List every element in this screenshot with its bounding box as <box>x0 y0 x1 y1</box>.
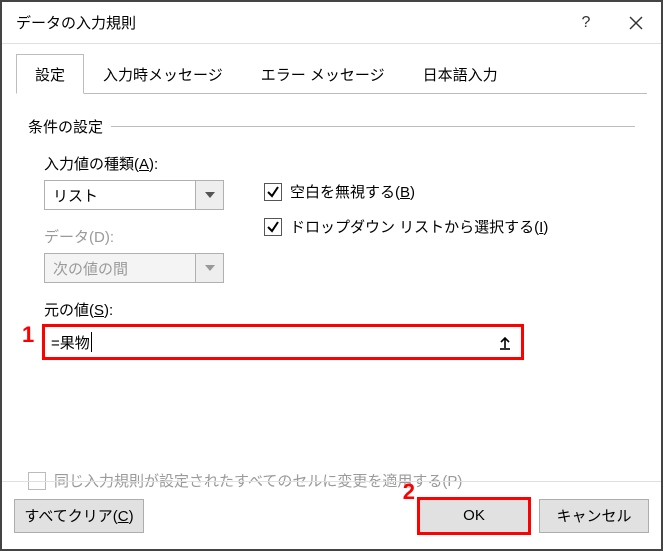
range-picker-icon <box>498 336 512 350</box>
source-label: 元の値(S): <box>44 299 635 320</box>
group-label: 条件の設定 <box>28 116 635 137</box>
cancel-button[interactable]: キャンセル <box>539 499 649 533</box>
chevron-down-icon <box>205 265 215 271</box>
tab-input-message[interactable]: 入力時メッセージ <box>84 54 242 94</box>
tab-panel-settings: 条件の設定 入力値の種類(A): リスト データ(D): 次の値の間 <box>16 94 647 358</box>
ignore-blank-check[interactable]: 空白を無視する(B) <box>264 181 548 202</box>
data-label: データ(D): <box>44 226 238 247</box>
tab-ime-label: 日本語入力 <box>423 64 498 85</box>
in-cell-dropdown-check[interactable]: ドロップダウン リストから選択する(I) <box>264 216 548 237</box>
text-caret <box>91 332 92 352</box>
help-button[interactable]: ? <box>561 2 611 44</box>
close-button[interactable] <box>611 2 661 44</box>
annotation-2: 2 <box>403 479 415 505</box>
tab-strip: 設定 入力時メッセージ エラー メッセージ 日本語入力 <box>16 54 647 94</box>
tab-settings-label: 設定 <box>35 64 65 85</box>
data-select-button <box>195 254 223 282</box>
chevron-down-icon <box>205 192 215 198</box>
clear-all-button[interactable]: すべてクリア(C) <box>14 499 144 533</box>
check-icon <box>266 185 280 199</box>
range-picker-button[interactable] <box>494 332 516 354</box>
tab-settings[interactable]: 設定 <box>16 54 84 94</box>
allow-label: 入力値の種類(A): <box>44 153 238 174</box>
ignore-blank-checkbox[interactable] <box>264 183 282 201</box>
allow-select-value: リスト <box>45 185 195 206</box>
annotation-1: 1 <box>22 322 34 348</box>
tab-error-message-label: エラー メッセージ <box>261 64 385 85</box>
tab-error-message[interactable]: エラー メッセージ <box>242 54 404 94</box>
group-label-text: 条件の設定 <box>28 116 103 137</box>
tab-input-message-label: 入力時メッセージ <box>103 64 223 85</box>
source-row: 1 =果物 <box>44 326 635 358</box>
titlebar: データの入力規則 ? <box>2 2 661 44</box>
left-column: 入力値の種類(A): リスト データ(D): 次の値の間 <box>28 137 238 283</box>
content-area: 設定 入力時メッセージ エラー メッセージ 日本語入力 条件の設定 入力値の種類… <box>2 44 661 358</box>
ignore-blank-label: 空白を無視する(B) <box>290 181 415 202</box>
window-title: データの入力規則 <box>2 12 561 33</box>
settings-row: 入力値の種類(A): リスト データ(D): 次の値の間 <box>28 137 635 283</box>
tab-ime[interactable]: 日本語入力 <box>404 54 517 94</box>
allow-select-button[interactable] <box>195 181 223 209</box>
check-icon <box>266 220 280 234</box>
right-column: 空白を無視する(B) ドロップダウン リストから選択する(I) <box>238 137 548 283</box>
in-cell-dropdown-label: ドロップダウン リストから選択する(I) <box>290 216 548 237</box>
data-select: 次の値の間 <box>44 253 224 283</box>
dialog-window: データの入力規則 ? 設定 入力時メッセージ エラー メッセージ 日本語入力 条… <box>0 0 663 551</box>
in-cell-dropdown-checkbox[interactable] <box>264 218 282 236</box>
ok-button[interactable]: OK <box>419 499 529 533</box>
data-select-value: 次の値の間 <box>45 258 195 279</box>
cancel-button-label: キャンセル <box>556 505 631 526</box>
group-divider <box>111 126 635 127</box>
close-icon <box>629 16 643 30</box>
source-input[interactable]: =果物 <box>44 326 522 358</box>
ok-button-label: OK <box>463 507 485 524</box>
button-bar: すべてクリア(C) 2 OK キャンセル <box>2 481 661 549</box>
allow-select[interactable]: リスト <box>44 180 224 210</box>
source-input-value: =果物 <box>51 332 90 353</box>
